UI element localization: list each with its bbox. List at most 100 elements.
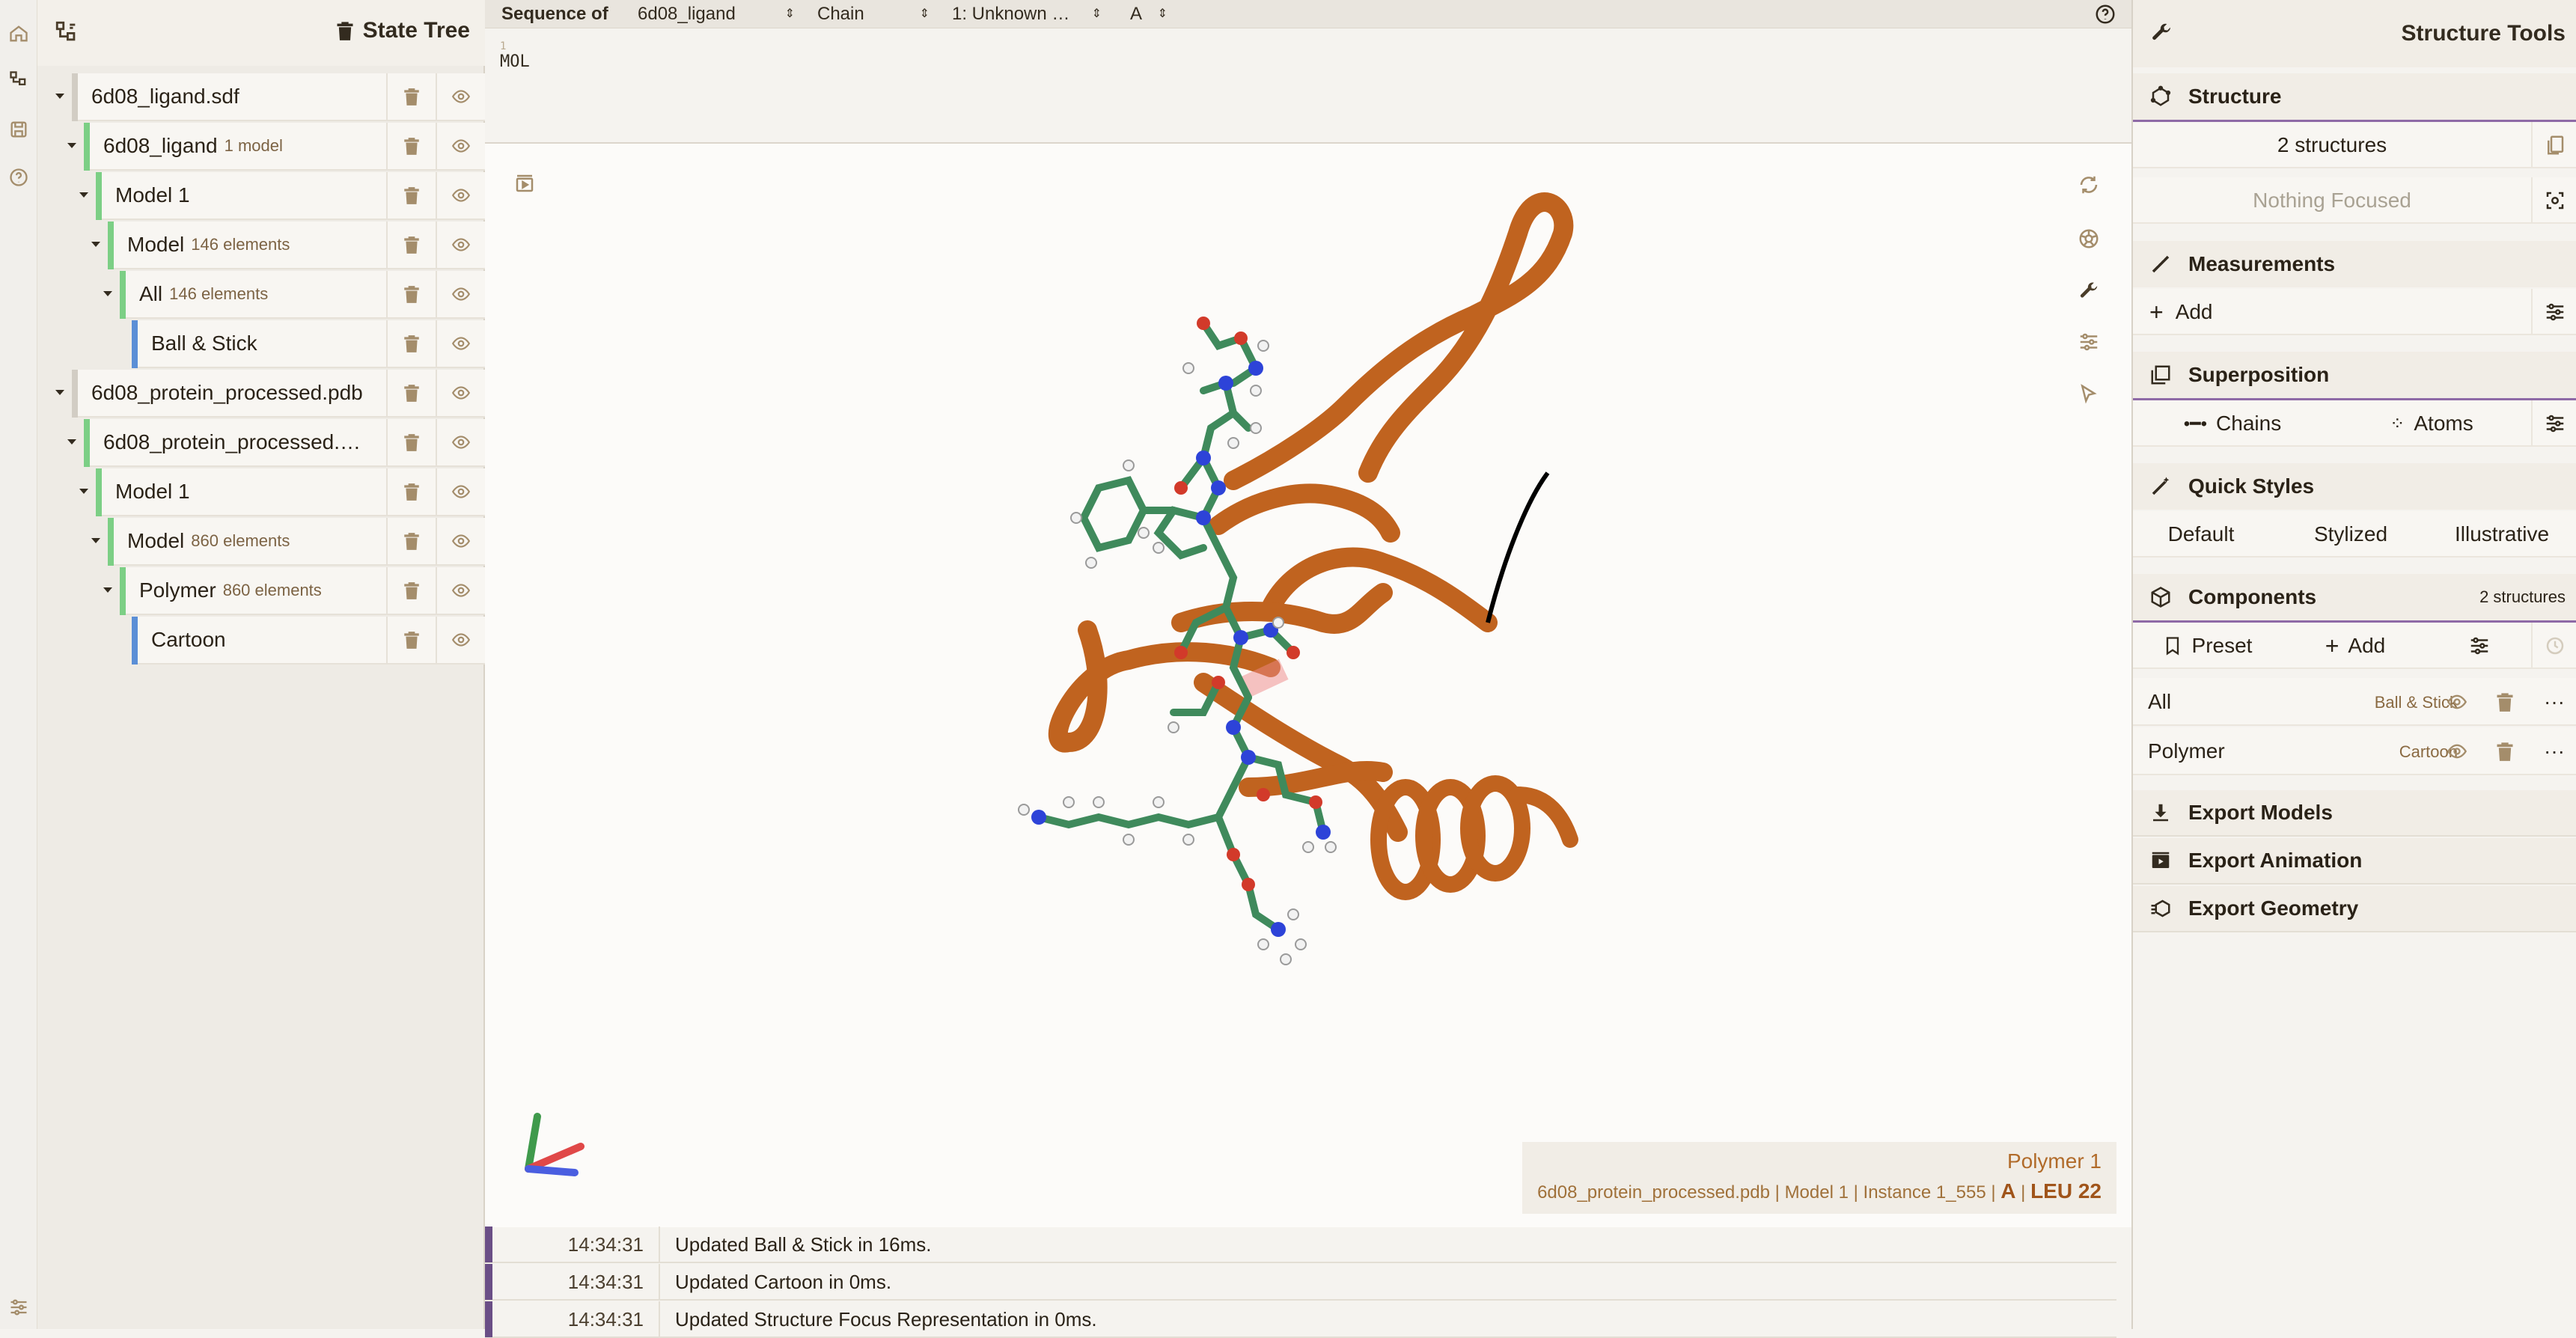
caret-down-icon[interactable] (100, 582, 115, 597)
eye-icon[interactable] (436, 222, 485, 269)
structure-count[interactable]: 2 structures (2133, 122, 2531, 168)
trash-icon[interactable] (386, 468, 436, 516)
caret-down-icon[interactable] (52, 88, 67, 103)
trash-icon[interactable] (386, 73, 436, 121)
tree-node-model-protein[interactable]: Model 1 (37, 468, 485, 516)
eye-icon[interactable] (436, 419, 485, 467)
more-options-icon[interactable]: ··· (2531, 727, 2576, 775)
eye-icon[interactable] (436, 468, 485, 516)
tree-node-label[interactable]: 6d08_ligand.sdf (78, 73, 398, 121)
mode-select[interactable]: Chain ⇕ (817, 3, 930, 25)
caret-down-icon[interactable] (100, 286, 115, 301)
atoms-button[interactable]: ⁘ Atoms (2332, 400, 2531, 447)
help-icon[interactable] (0, 159, 37, 196)
superposition-options-icon[interactable] (2531, 400, 2576, 447)
save-icon[interactable] (0, 111, 37, 148)
tree-node-repr-cartoon[interactable]: Cartoon (37, 617, 485, 665)
measurements-add-button[interactable]: + Add (2149, 289, 2213, 335)
trash-icon[interactable] (386, 370, 436, 418)
eye-icon[interactable] (436, 617, 485, 665)
tree-node-selection-all[interactable]: All 146 elements (37, 271, 485, 319)
tree-node-label[interactable]: 6d08_protein_processed.pdb (78, 370, 398, 418)
style-default-button[interactable]: Default (2133, 511, 2269, 558)
chains-button[interactable]: •━• Chains (2133, 400, 2332, 447)
measurements-options-icon[interactable] (2531, 289, 2576, 335)
caret-down-icon[interactable] (64, 138, 79, 153)
entity-select[interactable]: 1: Unknown … ⇕ (952, 3, 1102, 25)
tree-node-repr-ball-stick[interactable]: Ball & Stick (37, 320, 485, 368)
export-models-section[interactable]: Export Models (2133, 790, 2576, 837)
caret-down-icon[interactable] (64, 434, 79, 449)
tree-node-label[interactable]: 6d08_ligand 1 model (90, 123, 398, 171)
preset-button[interactable]: Preset (2133, 623, 2281, 669)
structure-count-row[interactable]: 2 structures (2133, 122, 2576, 168)
components-section-header[interactable]: Components 2 structures (2133, 574, 2576, 620)
home-icon[interactable] (0, 15, 37, 52)
molecule-render[interactable] (485, 144, 2131, 1227)
style-illustrative-button[interactable]: Illustrative (2434, 511, 2570, 558)
help-icon[interactable] (2094, 3, 2116, 25)
focus-row[interactable]: Nothing Focused (2133, 177, 2576, 224)
export-geometry-section[interactable]: Export Geometry (2133, 886, 2576, 932)
eye-icon[interactable] (436, 271, 485, 319)
sequence-view[interactable]: 1 MOL (485, 28, 2131, 144)
eye-icon[interactable] (436, 518, 485, 566)
caret-down-icon[interactable] (52, 385, 67, 400)
tree-node-label[interactable]: Model 1 (102, 468, 398, 516)
caret-down-icon[interactable] (76, 483, 91, 498)
component-row[interactable]: All Ball & Stick ··· (2133, 678, 2576, 726)
eye-icon[interactable] (436, 320, 485, 368)
tree-node-label[interactable]: Ball & Stick (138, 320, 398, 368)
trash-icon[interactable] (386, 567, 436, 615)
tree-node-model-props-ligand[interactable]: Model 146 elements (37, 222, 485, 269)
undo-history-icon[interactable] (2531, 623, 2576, 669)
more-options-icon[interactable]: ··· (2531, 678, 2576, 726)
quick-styles-section-header[interactable]: Quick Styles (2133, 463, 2576, 510)
copy-icon[interactable] (2531, 122, 2576, 168)
tree-node-label[interactable]: Model 860 elements (114, 518, 398, 566)
structure-select[interactable]: 6d08_ligand ⇕ (638, 3, 795, 25)
tree-node-file-protein[interactable]: 6d08_protein_processed.pdb (37, 370, 485, 418)
3d-viewport[interactable]: Polymer 1 6d08_protein_processed.pdb | M… (485, 144, 2131, 1227)
components-add-button[interactable]: + Add (2281, 623, 2429, 669)
component-name[interactable]: Polymer (2148, 739, 2225, 763)
trash-icon[interactable] (386, 172, 436, 220)
caret-down-icon[interactable] (88, 533, 103, 548)
focus-icon[interactable] (2531, 177, 2576, 224)
trash-icon[interactable] (386, 222, 436, 269)
trash-icon[interactable] (386, 518, 436, 566)
superposition-section-header[interactable]: Superposition (2133, 352, 2576, 398)
tree-node-structure-ligand[interactable]: 6d08_ligand 1 model (37, 123, 485, 171)
tree-node-file-ligand[interactable]: 6d08_ligand.sdf (37, 73, 485, 121)
style-stylized-button[interactable]: Stylized (2283, 511, 2419, 558)
trash-icon[interactable] (386, 320, 436, 368)
measurements-add-row[interactable]: + Add (2133, 289, 2576, 335)
eye-icon[interactable] (436, 370, 485, 418)
caret-down-icon[interactable] (88, 236, 103, 251)
tree-node-structure-protein[interactable]: 6d08_protein_processed.… (37, 419, 485, 467)
structure-section-header[interactable]: Structure (2133, 73, 2576, 120)
eye-icon[interactable] (2434, 678, 2480, 726)
tree-icon[interactable] (0, 61, 37, 99)
eye-icon[interactable] (436, 567, 485, 615)
trash-icon[interactable] (2482, 727, 2528, 775)
state-tree-clear-button[interactable]: State Tree (336, 18, 470, 43)
trash-icon[interactable] (386, 617, 436, 665)
tree-node-selection-polymer[interactable]: Polymer 860 elements (37, 567, 485, 615)
eye-icon[interactable] (2434, 727, 2480, 775)
component-row[interactable]: Polymer Cartoon ··· (2133, 727, 2576, 775)
trash-icon[interactable] (2482, 678, 2528, 726)
tree-node-model-ligand[interactable]: Model 1 (37, 172, 485, 220)
trash-icon[interactable] (386, 419, 436, 467)
eye-icon[interactable] (436, 123, 485, 171)
tree-node-label[interactable]: All 146 elements (126, 271, 398, 319)
tree-node-label[interactable]: Model 1 (102, 172, 398, 220)
tree-node-label[interactable]: Cartoon (138, 617, 398, 665)
tree-node-model-props-protein[interactable]: Model 860 elements (37, 518, 485, 566)
components-options-icon[interactable] (2429, 623, 2530, 669)
measurements-section-header[interactable]: Measurements (2133, 241, 2576, 287)
caret-down-icon[interactable] (76, 187, 91, 202)
tree-view-icon[interactable] (54, 19, 79, 45)
tree-node-label[interactable]: Polymer 860 elements (126, 567, 398, 615)
trash-icon[interactable] (386, 123, 436, 171)
